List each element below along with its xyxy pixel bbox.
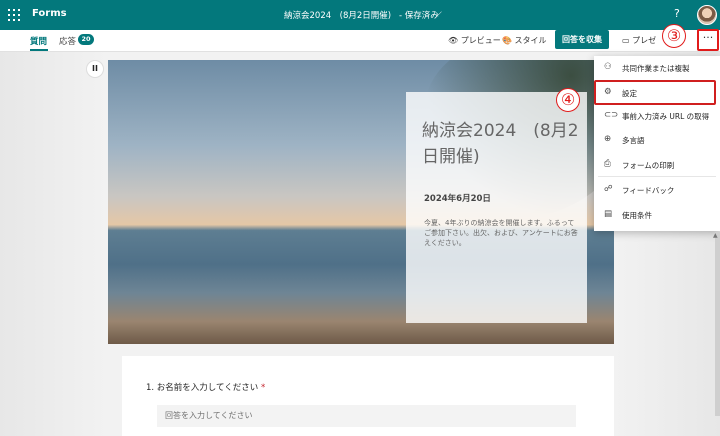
avatar[interactable] bbox=[697, 5, 717, 25]
active-tab-indicator bbox=[30, 49, 48, 51]
form-date: 2024年6月20日 bbox=[424, 194, 491, 204]
question-label: 1. お名前を入力してください * bbox=[146, 381, 265, 393]
globe-icon: ⊕ bbox=[604, 134, 612, 144]
form-description[interactable]: 今夏、4年ぶりの納涼会を開催します。ふるってご参加下さい。出欠、および、アンケー… bbox=[424, 218, 580, 248]
answer-input[interactable]: 回答を入力してください bbox=[157, 405, 576, 427]
document-icon: ▤ bbox=[604, 209, 613, 219]
menu-item-collaborate[interactable]: ⚇ 共同作業または複製 bbox=[594, 58, 716, 78]
menu-item-multilingual[interactable]: ⊕ 多言語 bbox=[594, 130, 716, 150]
menu-item-prefilled-url[interactable]: ⊂⊃ 事前入力済み URL の取得 bbox=[594, 106, 716, 126]
menu-divider bbox=[598, 176, 716, 177]
save-status: - 保存済み bbox=[399, 11, 439, 21]
menu-item-print[interactable]: ⎙ フォームの印刷 bbox=[594, 155, 716, 175]
menu-item-label: フォームの印刷 bbox=[622, 161, 675, 170]
style-button[interactable]: 🎨 スタイル bbox=[502, 35, 547, 46]
menu-item-label: 設定 bbox=[622, 89, 637, 98]
app-name[interactable]: Forms bbox=[32, 8, 67, 19]
collect-responses-button[interactable]: 回答を収集 bbox=[555, 30, 609, 49]
command-bar: 質問 応答 20 👁 プレビュー 🎨 スタイル ▭ プレゼ bbox=[0, 30, 720, 52]
tab-questions[interactable]: 質問 bbox=[30, 35, 47, 47]
preview-button[interactable]: 👁 プレビュー bbox=[448, 35, 501, 46]
help-icon[interactable]: ? bbox=[674, 7, 680, 20]
eye-icon: 👁 bbox=[448, 36, 461, 45]
chevron-down-icon[interactable]: ⌵ bbox=[435, 8, 442, 18]
present-label: プレゼ bbox=[632, 36, 657, 45]
link-icon: ⊂⊃ bbox=[604, 110, 619, 120]
question-text: 1. お名前を入力してください bbox=[146, 383, 259, 393]
menu-item-terms[interactable]: ▤ 使用条件 bbox=[594, 205, 716, 225]
step-3-marker: ③ bbox=[662, 24, 686, 48]
document-title[interactable]: 納涼会2024 (8月2日開催) bbox=[284, 9, 391, 21]
tab-responses[interactable]: 応答 bbox=[59, 35, 76, 47]
menu-item-label: フィードバック bbox=[622, 186, 675, 195]
response-count-badge: 20 bbox=[78, 34, 94, 45]
step-4-marker: ④ bbox=[556, 88, 580, 112]
menu-item-label: 事前入力済み URL の取得 bbox=[622, 112, 710, 121]
form-title[interactable]: 納涼会2024 (8月2日開催) bbox=[422, 118, 582, 170]
gear-icon: ⚙ bbox=[604, 87, 612, 97]
people-icon: ⚇ bbox=[604, 62, 612, 72]
menu-item-label: 多言語 bbox=[622, 136, 645, 145]
printer-icon: ⎙ bbox=[604, 159, 611, 169]
menu-item-label: 使用条件 bbox=[622, 211, 652, 220]
menu-item-label: 共同作業または複製 bbox=[622, 64, 690, 73]
pause-icon[interactable]: II bbox=[86, 60, 104, 78]
required-mark: * bbox=[261, 383, 266, 393]
menu-item-feedback[interactable]: ☍ フィードバック bbox=[594, 180, 716, 200]
more-options-button[interactable]: ··· bbox=[697, 29, 719, 51]
menu-item-settings[interactable]: ⚙ 設定 bbox=[594, 80, 716, 105]
preview-label: プレビュー bbox=[460, 36, 501, 45]
scrollbar[interactable] bbox=[715, 232, 720, 416]
app-launcher-icon[interactable] bbox=[8, 9, 20, 21]
feedback-icon: ☍ bbox=[604, 184, 613, 194]
style-label: スタイル bbox=[514, 36, 547, 45]
palette-icon: 🎨 bbox=[502, 36, 515, 45]
monitor-icon: ▭ bbox=[622, 36, 633, 45]
scroll-up-icon[interactable]: ▲ bbox=[713, 232, 718, 239]
top-bar: Forms 納涼会2024 (8月2日開催) - 保存済み ⌵ ? bbox=[0, 0, 720, 30]
present-button[interactable]: ▭ プレゼ bbox=[622, 35, 656, 46]
